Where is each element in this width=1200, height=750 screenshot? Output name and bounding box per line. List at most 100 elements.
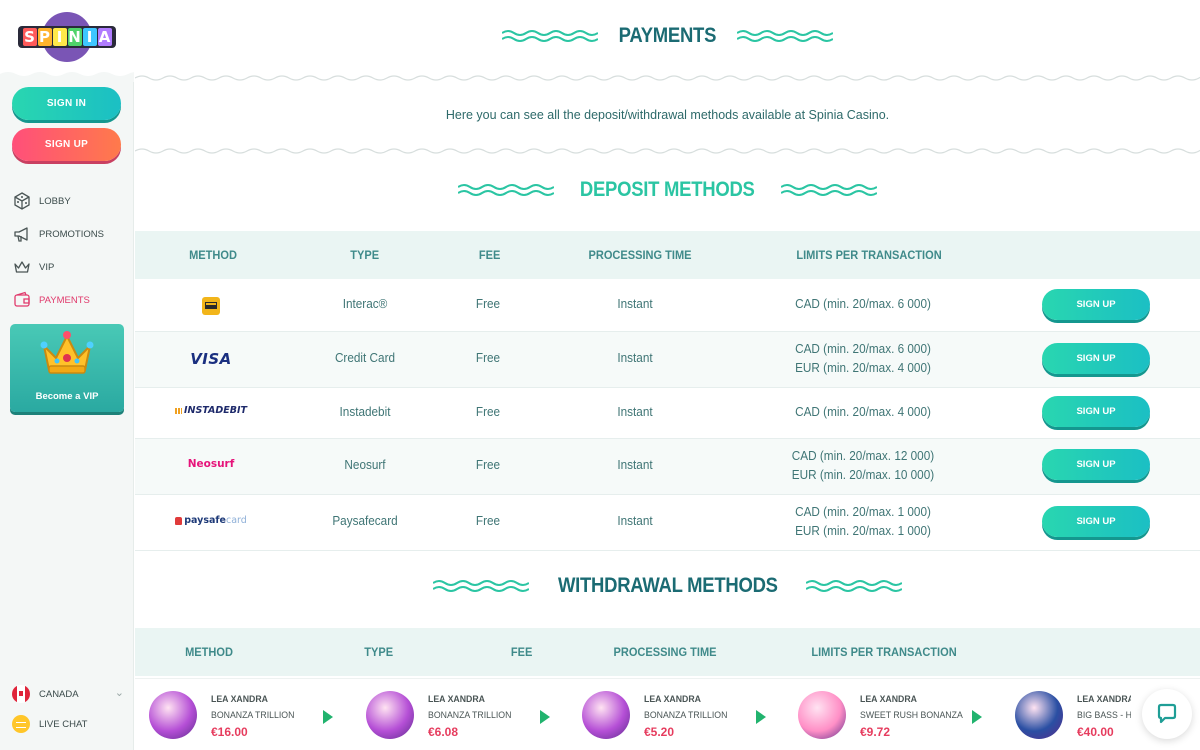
sidebar-item-label: PROMOTIONS: [39, 228, 104, 240]
sign-up-button[interactable]: SIGN UP: [1042, 449, 1150, 480]
transaction-limits: CAD (min. 20/max. 6 000): [741, 295, 985, 314]
logo-wordmark: SPINIA: [18, 26, 116, 48]
wave-ornament-icon: [780, 184, 877, 196]
paysafecard-logo: paysafe card: [165, 515, 257, 526]
sidebar-item-label: PAYMENTS: [39, 294, 90, 306]
spinia-logo[interactable]: SPINIA: [18, 12, 116, 62]
instadebit-logo: INSTADEBIT: [165, 405, 257, 416]
processing-time: Instant: [617, 297, 653, 311]
sign-up-button[interactable]: SIGN UP: [12, 128, 121, 161]
wallet-icon: [12, 290, 32, 310]
sidebar: SPINIA SIGN IN SIGN UP LOBBY PROMOTIONS …: [0, 0, 134, 750]
live-chat-button[interactable]: [1142, 689, 1192, 739]
sign-up-button[interactable]: SIGN UP: [1042, 506, 1150, 537]
gold-crown-icon: [40, 331, 94, 374]
payment-fee: Free: [475, 514, 501, 528]
win-item[interactable]: LEA XANDRA BONANZA TRILLION €6.08: [352, 679, 552, 750]
play-icon[interactable]: [756, 710, 766, 724]
megaphone-icon: [12, 224, 32, 244]
win-item[interactable]: LEA XANDRA BONANZA TRILLION €5.20: [568, 679, 768, 750]
column-header: METHOD: [185, 645, 233, 659]
column-header: PROCESSING TIME: [613, 645, 717, 659]
wavy-divider: [135, 75, 1200, 81]
logo-letter: I: [52, 28, 67, 46]
sidebar-header: SPINIA: [0, 0, 134, 82]
game-name: SWEET RUSH BONANZA: [860, 710, 963, 721]
main-content: PAYMENTS Here you can see all the deposi…: [135, 0, 1200, 750]
sidebar-item-promotions[interactable]: PROMOTIONS: [12, 223, 127, 245]
sign-up-button[interactable]: SIGN UP: [1042, 343, 1150, 374]
sign-in-button[interactable]: SIGN IN: [12, 87, 121, 120]
game-name: BIG BASS - HOL: [1077, 710, 1131, 721]
payment-type: Credit Card: [334, 351, 396, 365]
table-row: paysafe card Paysafecard Free Instant CAD…: [135, 495, 1200, 551]
column-header: FEE: [510, 645, 533, 659]
column-header: METHOD: [189, 248, 237, 262]
crown-icon: [12, 257, 32, 277]
column-header: TYPE: [364, 645, 394, 659]
win-amount: €40.00: [1077, 725, 1114, 739]
become-vip-card[interactable]: Become a VIP: [10, 324, 124, 412]
game-thumbnail: [366, 691, 414, 739]
logo-letter: P: [37, 28, 52, 46]
sidebar-item-payments[interactable]: PAYMENTS: [12, 289, 127, 311]
payment-fee: Free: [475, 351, 501, 365]
dice-icon: [12, 191, 32, 211]
limit-line: CAD (min. 20/max. 6 000): [795, 342, 931, 356]
winner-name: LEA XANDRA: [860, 694, 917, 705]
sidebar-item-vip[interactable]: VIP: [12, 256, 127, 278]
limit-line: EUR (min. 20/max. 4 000): [795, 361, 931, 375]
country-selector[interactable]: CANADA ⌄: [12, 684, 124, 704]
limit-line: CAD (min. 20/max. 12 000): [791, 449, 935, 463]
withdrawal-table-header: METHOD TYPE FEE PROCESSING TIME LIMITS P…: [135, 628, 1200, 676]
wave-ornament-icon: [736, 30, 833, 42]
winner-name: LEA XANDRA: [211, 694, 268, 705]
table-row: Neosurf Neosurf Free Instant CAD (min. 2…: [135, 439, 1200, 495]
play-icon[interactable]: [323, 710, 333, 724]
game-thumbnail: [149, 691, 197, 739]
intro-text: Here you can see all the deposit/withdra…: [445, 108, 890, 122]
wave-ornament-icon: [432, 580, 529, 592]
transaction-limits: CAD (min. 20/max. 6 000) EUR (min. 20/ma…: [741, 340, 985, 378]
column-header: LIMITS PER TRANSACTION: [796, 248, 942, 262]
chevron-down-icon: ⌄: [114, 687, 124, 699]
win-amount: €9.72: [860, 725, 891, 739]
play-icon[interactable]: [972, 710, 982, 724]
sign-up-button[interactable]: SIGN UP: [1042, 289, 1150, 320]
game-thumbnail: [582, 691, 630, 739]
transaction-limits: CAD (min. 20/max. 1 000) EUR (min. 20/ma…: [741, 503, 985, 541]
winner-name: LEA XANDRA: [428, 694, 485, 705]
processing-time: Instant: [617, 405, 653, 419]
table-row: VISA Credit Card Free Instant CAD (min. …: [135, 332, 1200, 388]
transaction-limits: CAD (min. 20/max. 4 000): [741, 403, 985, 422]
live-chat-label: LIVE CHAT: [39, 718, 88, 730]
win-item[interactable]: LEA XANDRA BIG BASS - HOL €40.00: [1001, 679, 1131, 750]
play-icon[interactable]: [540, 710, 550, 724]
game-thumbnail: [1015, 691, 1063, 739]
game-name: BONANZA TRILLION: [644, 710, 728, 721]
logo-letter: I: [82, 28, 97, 46]
win-item[interactable]: LEA XANDRA BONANZA TRILLION €16.00: [135, 679, 335, 750]
win-amount: €6.08: [428, 725, 459, 739]
win-amount: €16.00: [211, 725, 248, 739]
transaction-limits: CAD (min. 20/max. 12 000) EUR (min. 20/m…: [741, 447, 985, 485]
processing-time: Instant: [617, 458, 653, 472]
live-chat-link[interactable]: LIVE CHAT: [12, 714, 124, 734]
deposit-table-header: METHOD TYPE FEE PROCESSING TIME LIMITS P…: [135, 231, 1200, 279]
deposit-heading: DEPOSIT METHODS: [135, 178, 1200, 202]
win-amount: €5.20: [644, 725, 675, 739]
column-header: TYPE: [350, 248, 380, 262]
limit-line: CAD (min. 20/max. 4 000): [795, 405, 931, 419]
payment-fee: Free: [475, 405, 501, 419]
sidebar-item-label: VIP: [39, 261, 55, 273]
winner-name: LEA XANDRA: [644, 694, 701, 705]
payment-type: Interac®: [342, 297, 388, 311]
sidebar-item-lobby[interactable]: LOBBY: [12, 190, 127, 212]
logo-letter: N: [67, 28, 82, 46]
win-item[interactable]: LEA XANDRA SWEET RUSH BONANZA €9.72: [784, 679, 984, 750]
recent-wins-ticker: LEA XANDRA BONANZA TRILLION €16.00 LEA X…: [135, 678, 1200, 750]
logo-letter: A: [97, 28, 112, 46]
sign-up-button[interactable]: SIGN UP: [1042, 396, 1150, 427]
canada-flag-icon: [12, 685, 30, 703]
chat-icon: [1157, 703, 1177, 724]
